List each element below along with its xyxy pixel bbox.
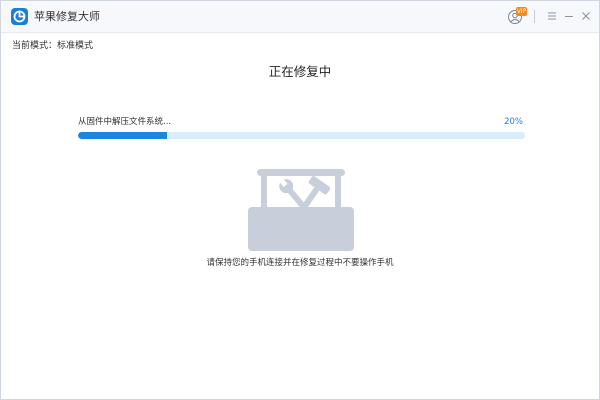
toolbox-icon bbox=[248, 169, 354, 251]
page-title: 正在修复中 bbox=[268, 64, 332, 79]
close-icon[interactable] bbox=[578, 8, 594, 24]
vip-badge: VIP bbox=[516, 7, 527, 16]
app-title: 苹果修复大师 bbox=[34, 10, 100, 23]
progress-step-text: 从固件中解压文件系统... bbox=[78, 117, 172, 127]
titlebar-divider bbox=[534, 10, 535, 23]
title-bar: 苹果修复大师 VIP bbox=[1, 1, 599, 33]
progress-bar bbox=[78, 132, 525, 139]
app-window: 苹果修复大师 VIP 当前模式：标准模式 正在修复中 从固件中解压文件系统...… bbox=[0, 0, 600, 400]
hint-text: 请保持您的手机连接并在修复过程中不要操作手机 bbox=[206, 258, 394, 268]
menu-icon[interactable] bbox=[544, 8, 560, 24]
minimize-icon[interactable] bbox=[561, 8, 577, 24]
app-logo-icon bbox=[11, 8, 28, 25]
mode-label: 当前模式：标准模式 bbox=[12, 41, 94, 51]
progress-percent: 20% bbox=[504, 117, 523, 127]
progress-bar-fill bbox=[78, 132, 168, 139]
